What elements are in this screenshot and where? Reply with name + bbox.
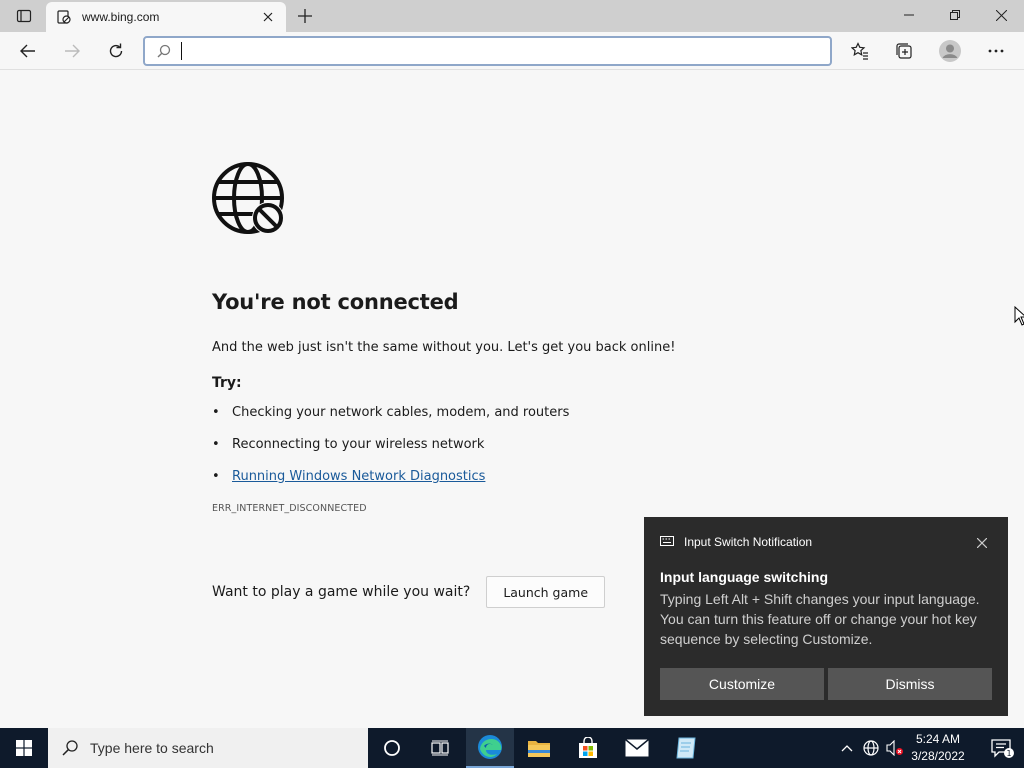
clock-time: 5:24 AM bbox=[915, 732, 961, 746]
settings-more-button[interactable] bbox=[981, 36, 1011, 66]
toast-body: Typing Left Alt + Shift changes your inp… bbox=[660, 591, 980, 647]
chevron-up-icon bbox=[841, 745, 853, 752]
error-subtext: And the web just isn't the same without … bbox=[212, 340, 676, 355]
notification-count: 1 bbox=[1006, 749, 1011, 758]
keyboard-icon bbox=[660, 536, 674, 546]
toast-header: Input Switch Notification bbox=[660, 535, 812, 549]
mail-button[interactable] bbox=[613, 728, 661, 768]
plus-icon bbox=[298, 9, 312, 23]
globe-blocked-icon bbox=[212, 162, 284, 234]
collections-button[interactable] bbox=[889, 36, 919, 66]
list-item: • Running Windows Network Diagnostics bbox=[212, 469, 486, 484]
no-connection-favicon-icon bbox=[56, 9, 72, 25]
network-globe-icon bbox=[863, 740, 879, 756]
profile-button[interactable] bbox=[935, 36, 965, 66]
restore-button[interactable] bbox=[932, 0, 978, 30]
error-heading: You're not connected bbox=[212, 290, 459, 314]
game-prompt: Want to play a game while you wait? bbox=[212, 584, 471, 600]
tab-close-icon[interactable] bbox=[260, 9, 276, 25]
document-app-icon bbox=[676, 737, 696, 759]
more-dots-icon bbox=[988, 49, 1004, 53]
folder-icon bbox=[528, 741, 550, 757]
edge-taskbar-button[interactable] bbox=[466, 728, 514, 768]
mail-icon bbox=[625, 739, 649, 757]
close-icon bbox=[995, 9, 1007, 21]
text-caret bbox=[181, 42, 182, 60]
cortana-circle-icon bbox=[384, 740, 400, 756]
new-tab-button[interactable] bbox=[292, 4, 318, 28]
tab-bing[interactable]: www.bing.com bbox=[46, 2, 286, 32]
store-bag-icon bbox=[579, 737, 597, 758]
launch-game-button[interactable]: Launch game bbox=[486, 576, 606, 608]
action-center-button[interactable]: 1 bbox=[980, 728, 1024, 768]
forward-button[interactable] bbox=[57, 36, 87, 66]
show-hidden-icons-button[interactable] bbox=[838, 728, 856, 768]
address-input[interactable] bbox=[192, 43, 830, 59]
close-window-button[interactable] bbox=[978, 0, 1024, 30]
favorites-button[interactable] bbox=[845, 36, 875, 66]
task-view-icon bbox=[431, 740, 449, 756]
search-icon bbox=[157, 44, 171, 58]
store-button[interactable] bbox=[564, 728, 612, 768]
customize-button[interactable]: Customize bbox=[660, 668, 824, 700]
dismiss-button[interactable]: Dismiss bbox=[828, 668, 992, 700]
restore-icon bbox=[950, 10, 960, 20]
taskbar: Type here to search 5:24 AM 3/28/2022 1 bbox=[0, 728, 1024, 768]
refresh-icon bbox=[109, 43, 123, 58]
edge-icon bbox=[478, 735, 502, 759]
toast-close-icon[interactable] bbox=[974, 535, 990, 551]
notification-icon: 1 bbox=[991, 739, 1014, 758]
file-explorer-button[interactable] bbox=[515, 728, 563, 768]
list-item: • Checking your network cables, modem, an… bbox=[212, 405, 570, 420]
forward-arrow-icon bbox=[65, 44, 80, 58]
title-bar: www.bing.com bbox=[0, 0, 1024, 32]
browser-toolbar bbox=[0, 32, 1024, 70]
mouse-cursor-icon bbox=[1014, 306, 1024, 326]
cortana-button[interactable] bbox=[368, 728, 416, 768]
toast-title: Input language switching bbox=[660, 569, 828, 585]
list-item: • Reconnecting to your wireless network bbox=[212, 437, 485, 452]
tab-actions-button[interactable] bbox=[8, 6, 40, 26]
taskbar-search-box[interactable]: Type here to search bbox=[48, 728, 368, 768]
start-button[interactable] bbox=[0, 728, 48, 768]
minimize-icon bbox=[904, 14, 914, 16]
windows-logo-icon bbox=[16, 740, 32, 756]
taskbar-search-placeholder: Type here to search bbox=[90, 740, 214, 756]
tab-actions-icon bbox=[16, 9, 32, 23]
back-button[interactable] bbox=[13, 36, 43, 66]
suggestion-list: • Checking your network cables, modem, an… bbox=[212, 405, 772, 501]
toast-app-name: Input Switch Notification bbox=[684, 535, 813, 549]
taskbar-clock[interactable]: 5:24 AM 3/28/2022 bbox=[900, 731, 976, 765]
minimize-button[interactable] bbox=[886, 0, 932, 30]
refresh-button[interactable] bbox=[101, 36, 131, 66]
app-taskbar-button[interactable] bbox=[662, 728, 710, 768]
collections-icon bbox=[896, 43, 912, 59]
search-icon bbox=[62, 740, 78, 756]
address-bar[interactable] bbox=[143, 36, 832, 66]
clock-date: 3/28/2022 bbox=[911, 749, 965, 763]
network-status-button[interactable] bbox=[860, 728, 882, 768]
star-list-icon bbox=[851, 42, 868, 60]
try-label: Try: bbox=[212, 375, 242, 391]
error-code: ERR_INTERNET_DISCONNECTED bbox=[212, 503, 367, 514]
tab-title: www.bing.com bbox=[82, 10, 160, 24]
back-arrow-icon bbox=[20, 44, 35, 58]
task-view-button[interactable] bbox=[416, 728, 464, 768]
avatar-icon bbox=[939, 40, 961, 62]
input-switch-notification: Input Switch Notification Input language… bbox=[644, 517, 1008, 716]
network-diagnostics-link[interactable]: Running Windows Network Diagnostics bbox=[232, 469, 485, 484]
